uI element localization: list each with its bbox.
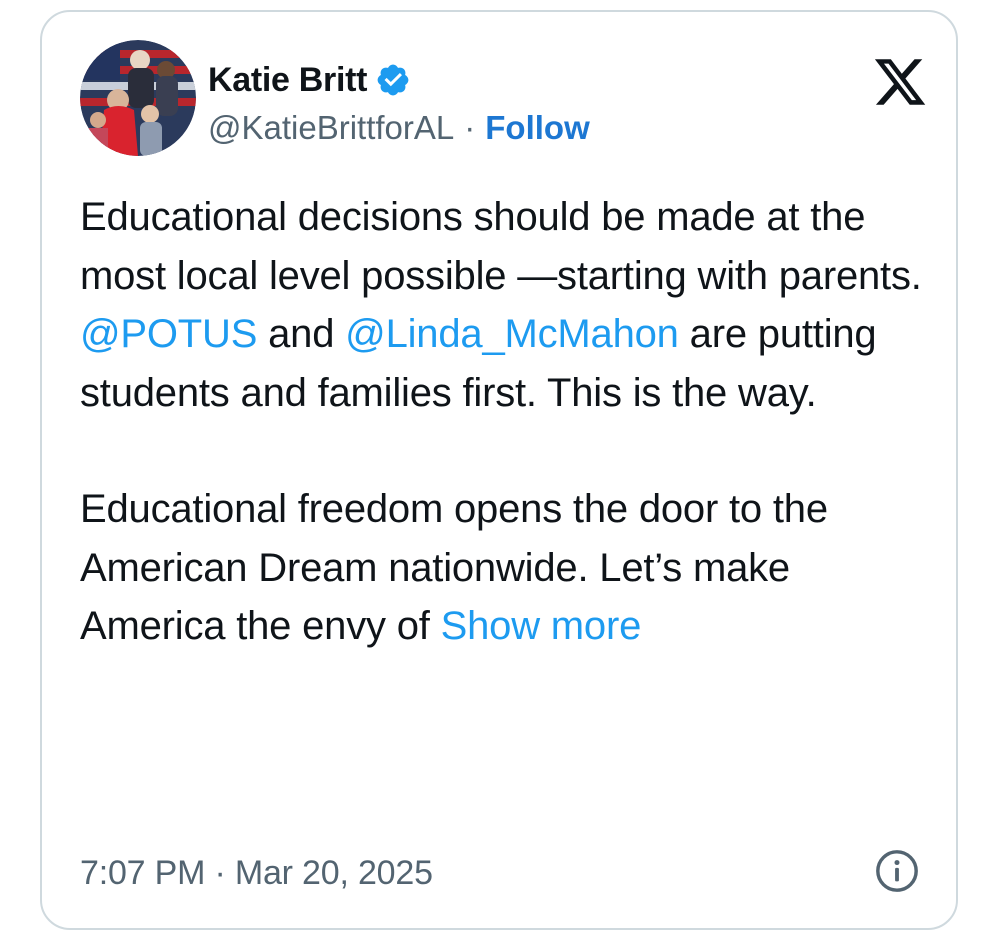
show-more-link[interactable]: Show more [441,604,642,648]
author-handle[interactable]: @KatieBrittforAL [208,109,454,147]
tweet-text-segment: and [257,312,346,356]
mention-linda-mcmahon-link[interactable]: @Linda_McMahon [345,312,679,356]
avatar[interactable] [80,40,196,156]
tweet-body: Educational decisions should be made at … [80,188,930,656]
tweet-paragraph-1: Educational decisions should be made at … [80,188,930,422]
mention-potus-link[interactable]: @POTUS [80,312,257,356]
author-name-row: Katie Britt [208,58,411,102]
x-logo-icon[interactable] [872,54,928,110]
avatar-image [80,40,196,156]
info-icon[interactable] [874,848,920,894]
tweet-card: Katie Britt @KatieBrittforAL · Follow Ed… [40,10,958,930]
follow-button[interactable]: Follow [485,109,589,147]
author-handle-row: @KatieBrittforAL · Follow [208,106,590,150]
tweet-timestamp[interactable]: 7:07 PM · Mar 20, 2025 [80,854,433,893]
tweet-text-segment: Educational decisions should be made at … [80,195,922,298]
separator-dot: · [464,109,476,146]
tweet-paragraph-2: Educational freedom opens the door to th… [80,480,930,656]
tweet-header: Katie Britt @KatieBrittforAL · Follow [80,40,926,160]
author-name[interactable]: Katie Britt [208,61,367,100]
verified-badge-icon [377,64,409,96]
